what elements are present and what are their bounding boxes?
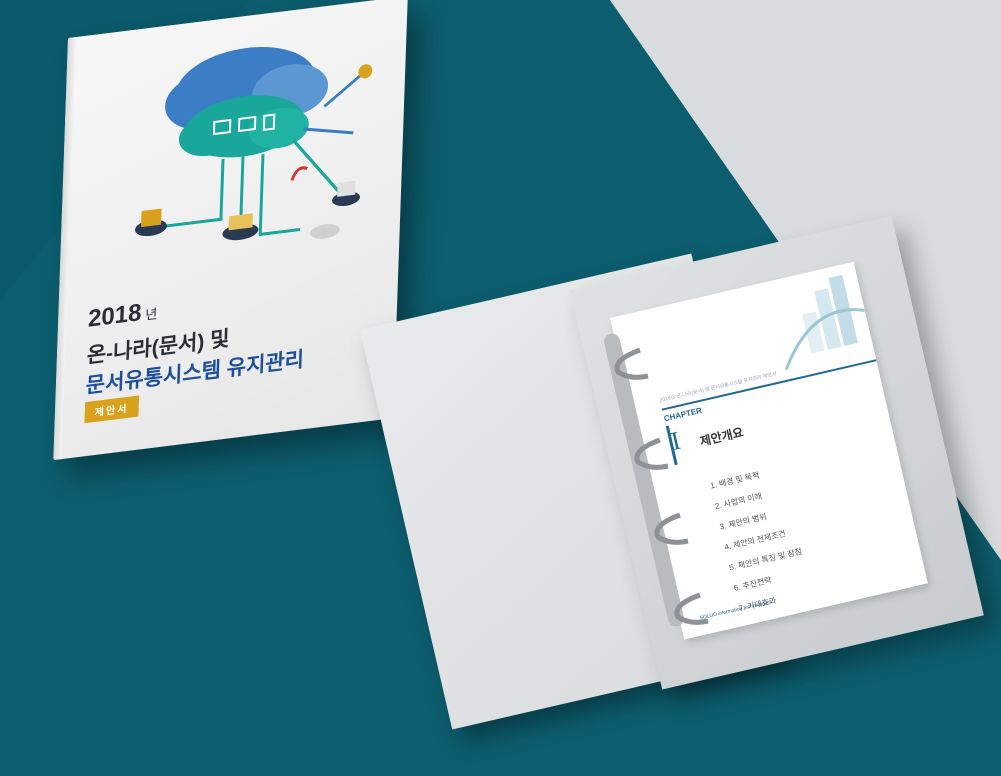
- database-icon: [309, 224, 340, 239]
- photo-scene: 2018 년 온-나라(문서) 및 문서유통시스템 유지관리 제안서 2018년 …: [0, 0, 1001, 776]
- laptop-icon: [222, 213, 259, 241]
- gear-icon: [358, 64, 373, 79]
- cover-year: 2018 년: [87, 299, 158, 333]
- cover-badge: 제안서: [84, 395, 139, 424]
- cloud-icon: [165, 46, 329, 158]
- monitor-icon: [332, 180, 361, 207]
- cloud-network-illustration: [134, 46, 373, 241]
- server-icon: [134, 208, 167, 237]
- chapter-title: 제안개요: [698, 425, 745, 449]
- header-rule: [661, 359, 877, 411]
- book-cover: 2018 년 온-나라(문서) 및 문서유통시스템 유지관리 제안서: [53, 0, 408, 461]
- arrow-icon: [290, 166, 308, 181]
- chapter-number: I: [668, 425, 684, 456]
- table-of-contents: 1. 배경 및 목적 2. 사업의 이해 3. 제안의 범위 4. 제안의 전제…: [708, 459, 814, 619]
